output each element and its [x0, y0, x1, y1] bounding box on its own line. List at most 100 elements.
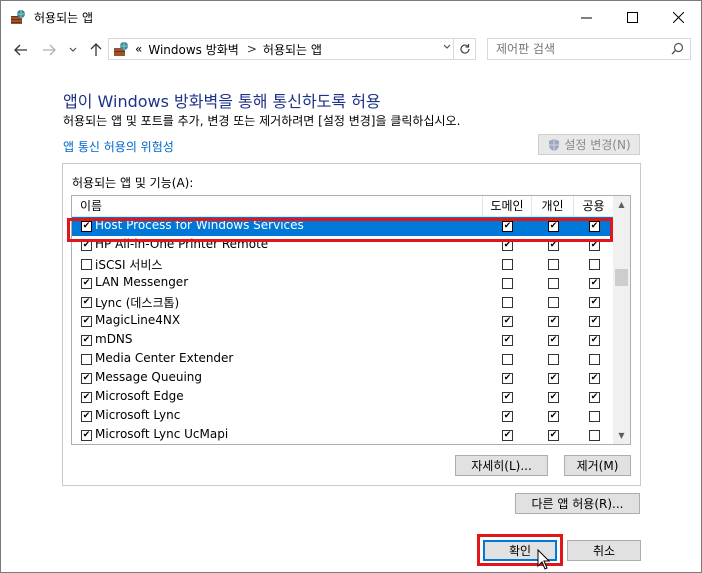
public-checkbox[interactable]	[589, 430, 600, 441]
back-arrow-icon	[14, 44, 27, 56]
domain-checkbox[interactable]: ✔	[502, 430, 513, 441]
remove-button[interactable]: 제거(M)	[564, 455, 631, 476]
app-enabled-checkbox[interactable]: ✔	[81, 297, 92, 308]
private-checkbox[interactable]	[548, 259, 559, 270]
breadcrumb-overflow[interactable]: «	[135, 42, 142, 56]
column-header-name[interactable]: 이름	[72, 196, 483, 217]
app-name: Message Queuing	[95, 370, 203, 384]
public-checkbox[interactable]: ✔	[589, 316, 600, 327]
column-header-public[interactable]: 공용	[574, 196, 613, 217]
forward-button[interactable]	[40, 41, 58, 59]
private-checkbox[interactable]: ✔	[548, 373, 559, 384]
domain-checkbox[interactable]: ✔	[502, 335, 513, 346]
app-enabled-checkbox[interactable]	[81, 354, 92, 365]
list-item[interactable]: Media Center Extender	[72, 350, 613, 369]
breadcrumb-allowed-apps[interactable]: 허용되는 앱	[263, 41, 322, 58]
vertical-scrollbar[interactable]: ▲ ▼	[613, 196, 630, 444]
address-dropdown-icon[interactable]	[443, 42, 451, 53]
list-item[interactable]: ✔ Microsoft Lync ✔ ✔	[72, 407, 613, 426]
shield-icon	[549, 138, 560, 151]
scroll-thumb[interactable]	[615, 269, 628, 286]
app-name: mDNS	[95, 332, 133, 346]
cancel-button[interactable]: 취소	[567, 540, 641, 561]
app-enabled-checkbox[interactable]: ✔	[81, 411, 92, 422]
details-button[interactable]: 자세히(L)...	[455, 455, 548, 476]
search-icon	[671, 42, 684, 55]
app-name: Media Center Extender	[95, 351, 234, 365]
public-checkbox[interactable]: ✔	[589, 373, 600, 384]
public-checkbox[interactable]: ✔	[589, 278, 600, 289]
app-enabled-checkbox[interactable]: ✔	[81, 373, 92, 384]
public-checkbox[interactable]: ✔	[589, 335, 600, 346]
minimize-button[interactable]	[563, 1, 609, 33]
breadcrumb-separator[interactable]: >	[247, 42, 257, 56]
app-enabled-checkbox[interactable]: ✔	[81, 278, 92, 289]
firewall-icon	[114, 42, 128, 56]
window-title: 허용되는 앱	[34, 11, 94, 25]
address-bar[interactable]: « Windows 방화벽 > 허용되는 앱	[108, 38, 476, 60]
app-name: Microsoft Lync UcMapi	[95, 427, 229, 441]
forward-arrow-icon	[43, 44, 56, 56]
back-button[interactable]	[12, 41, 30, 59]
list-item[interactable]: ✔ mDNS ✔ ✔ ✔	[72, 331, 613, 350]
list-item[interactable]: iSCSI 서비스	[72, 255, 613, 274]
breadcrumb-windows-firewall[interactable]: Windows 방화벽	[148, 41, 239, 58]
domain-checkbox[interactable]: ✔	[502, 411, 513, 422]
public-checkbox[interactable]	[589, 411, 600, 422]
private-checkbox[interactable]: ✔	[548, 392, 559, 403]
list-item[interactable]: ✔ MagicLine4NX ✔ ✔ ✔	[72, 312, 613, 331]
close-button[interactable]	[655, 1, 701, 33]
maximize-icon	[626, 11, 638, 23]
domain-checkbox[interactable]	[502, 297, 513, 308]
recent-locations-button[interactable]	[64, 41, 82, 59]
domain-checkbox[interactable]: ✔	[502, 373, 513, 384]
domain-checkbox[interactable]	[502, 354, 513, 365]
private-checkbox[interactable]	[548, 278, 559, 289]
app-enabled-checkbox[interactable]: ✔	[81, 430, 92, 441]
allowed-apps-label: 허용되는 앱 및 기능(A):	[72, 176, 194, 190]
maximize-button[interactable]	[609, 1, 655, 33]
scroll-up-icon[interactable]: ▲	[613, 196, 630, 213]
navigation-bar: « Windows 방화벽 > 허용되는 앱	[1, 37, 701, 63]
page-title: 앱이 Windows 방화벽을 통해 통신하도록 허용	[63, 92, 381, 111]
change-settings-button[interactable]: 설정 변경(N)	[538, 134, 640, 155]
app-enabled-checkbox[interactable]: ✔	[81, 335, 92, 346]
up-button[interactable]	[87, 41, 105, 59]
app-enabled-checkbox[interactable]	[81, 259, 92, 270]
list-rows: ✔ Host Process for Windows Services ✔ ✔ ✔ ✔ HP…	[72, 217, 613, 444]
refresh-button[interactable]	[453, 39, 475, 59]
column-header-private[interactable]: 개인	[532, 196, 574, 217]
list-item[interactable]: ✔ Microsoft Lync UcMapi ✔ ✔	[72, 426, 613, 444]
app-enabled-checkbox[interactable]: ✔	[81, 392, 92, 403]
list-item[interactable]: ✔ Lync (데스크톱) ✔	[72, 293, 613, 312]
domain-checkbox[interactable]: ✔	[502, 392, 513, 403]
app-name: Microsoft Lync	[95, 408, 181, 422]
domain-checkbox[interactable]: ✔	[502, 316, 513, 327]
private-checkbox[interactable]	[548, 354, 559, 365]
column-header-domain[interactable]: 도메인	[483, 196, 532, 217]
private-checkbox[interactable]: ✔	[548, 430, 559, 441]
public-checkbox[interactable]	[589, 354, 600, 365]
private-checkbox[interactable]: ✔	[548, 411, 559, 422]
domain-checkbox[interactable]	[502, 278, 513, 289]
domain-checkbox[interactable]	[502, 259, 513, 270]
list-item[interactable]: ✔ Message Queuing ✔ ✔ ✔	[72, 369, 613, 388]
allowed-apps-group: 허용되는 앱 및 기능(A): 이름 도메인 개인 공용 ✔ Host Proce…	[62, 163, 641, 486]
public-checkbox[interactable]	[589, 259, 600, 270]
firewall-icon	[11, 10, 25, 24]
minimize-icon	[580, 17, 592, 18]
public-checkbox[interactable]: ✔	[589, 392, 600, 403]
app-enabled-checkbox[interactable]: ✔	[81, 316, 92, 327]
list-item[interactable]: ✔ Microsoft Edge ✔ ✔ ✔	[72, 388, 613, 407]
risk-info-link[interactable]: 앱 통신 허용의 위험성	[63, 138, 174, 155]
list-item[interactable]: ✔ LAN Messenger ✔	[72, 274, 613, 293]
close-icon	[672, 11, 684, 23]
private-checkbox[interactable]: ✔	[548, 316, 559, 327]
search-box[interactable]	[487, 38, 691, 60]
private-checkbox[interactable]	[548, 297, 559, 308]
public-checkbox[interactable]: ✔	[589, 297, 600, 308]
scroll-down-icon[interactable]: ▼	[613, 427, 630, 444]
allow-another-app-button[interactable]: 다른 앱 허용(R)...	[515, 493, 640, 514]
search-input[interactable]	[496, 40, 666, 58]
private-checkbox[interactable]: ✔	[548, 335, 559, 346]
